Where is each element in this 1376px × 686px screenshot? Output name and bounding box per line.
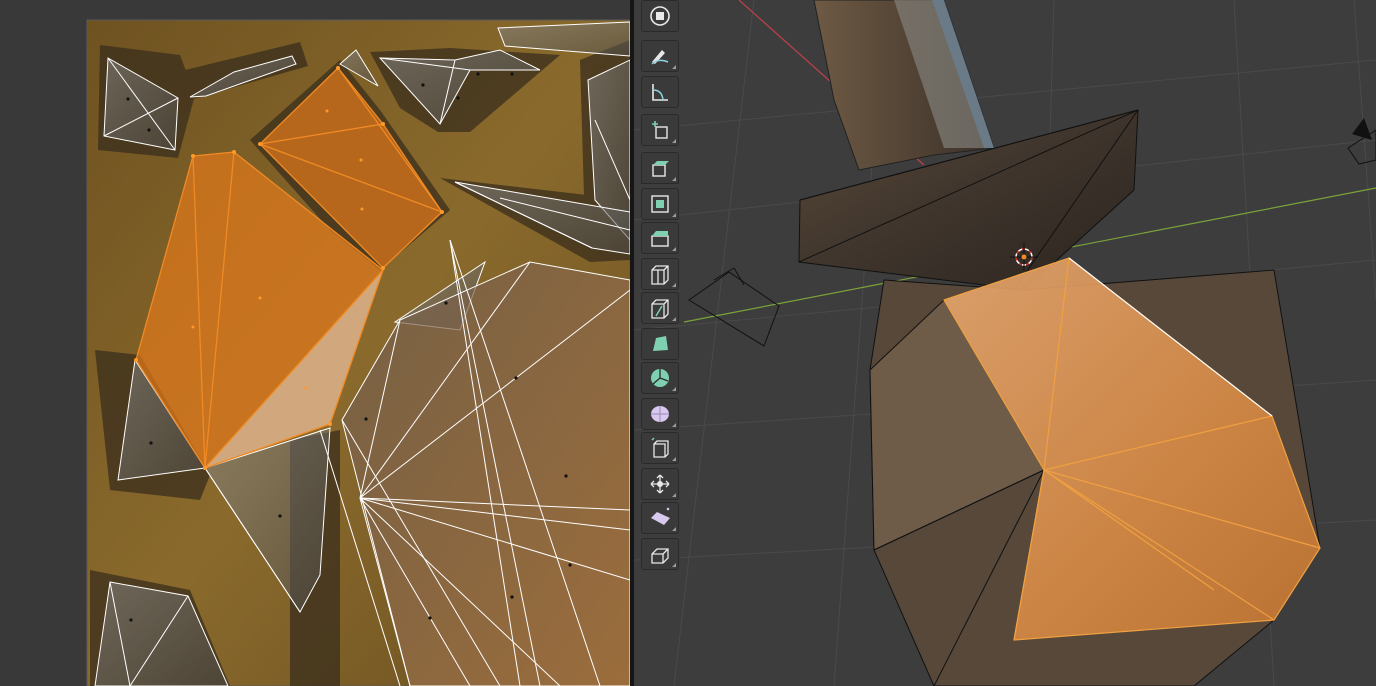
tool-bevel[interactable]	[641, 222, 679, 254]
camera-object[interactable]	[688, 267, 780, 347]
bevel-icon	[651, 231, 669, 247]
view-tool-icon	[650, 6, 670, 26]
shrink-fatten-icon	[650, 474, 670, 494]
annotate-icon	[651, 50, 669, 65]
viewport-canvas[interactable]	[634, 0, 1376, 686]
extrude-region-icon	[652, 161, 669, 177]
tool-inset[interactable]	[641, 188, 679, 220]
measure-icon	[652, 84, 668, 101]
spin-icon	[651, 369, 669, 387]
poly-build-icon	[653, 336, 668, 351]
knife-icon	[651, 299, 669, 319]
edge-slide-icon	[651, 437, 669, 458]
tool-shrink-fatten[interactable]	[641, 468, 679, 500]
tool-poly-build[interactable]	[641, 328, 679, 360]
loop-cut-icon	[651, 265, 669, 285]
tool-rip[interactable]	[641, 538, 679, 570]
tool-loop-cut[interactable]	[641, 258, 679, 290]
tool-extrude[interactable]	[641, 152, 679, 184]
tool-view[interactable]	[641, 0, 679, 32]
tool-annotate[interactable]	[641, 40, 679, 72]
3d-viewport[interactable]	[634, 0, 1376, 686]
camera-triangle	[1352, 118, 1372, 140]
tool-spin[interactable]	[641, 362, 679, 394]
shear-icon	[651, 507, 670, 525]
rip-region-icon	[651, 548, 669, 564]
uv-canvas[interactable]	[0, 0, 630, 686]
tool-edge-slide[interactable]	[641, 432, 679, 464]
tool-shelf	[641, 0, 681, 572]
inset-faces-icon	[651, 195, 669, 213]
tool-shear[interactable]	[641, 502, 679, 534]
tool-knife[interactable]	[641, 292, 679, 324]
tool-measure[interactable]	[641, 76, 679, 108]
uv-editor[interactable]	[0, 0, 630, 686]
tool-smooth[interactable]	[641, 398, 679, 430]
smooth-icon	[651, 406, 669, 422]
tool-add-cube[interactable]	[641, 114, 679, 146]
add-cube-icon	[652, 121, 668, 139]
